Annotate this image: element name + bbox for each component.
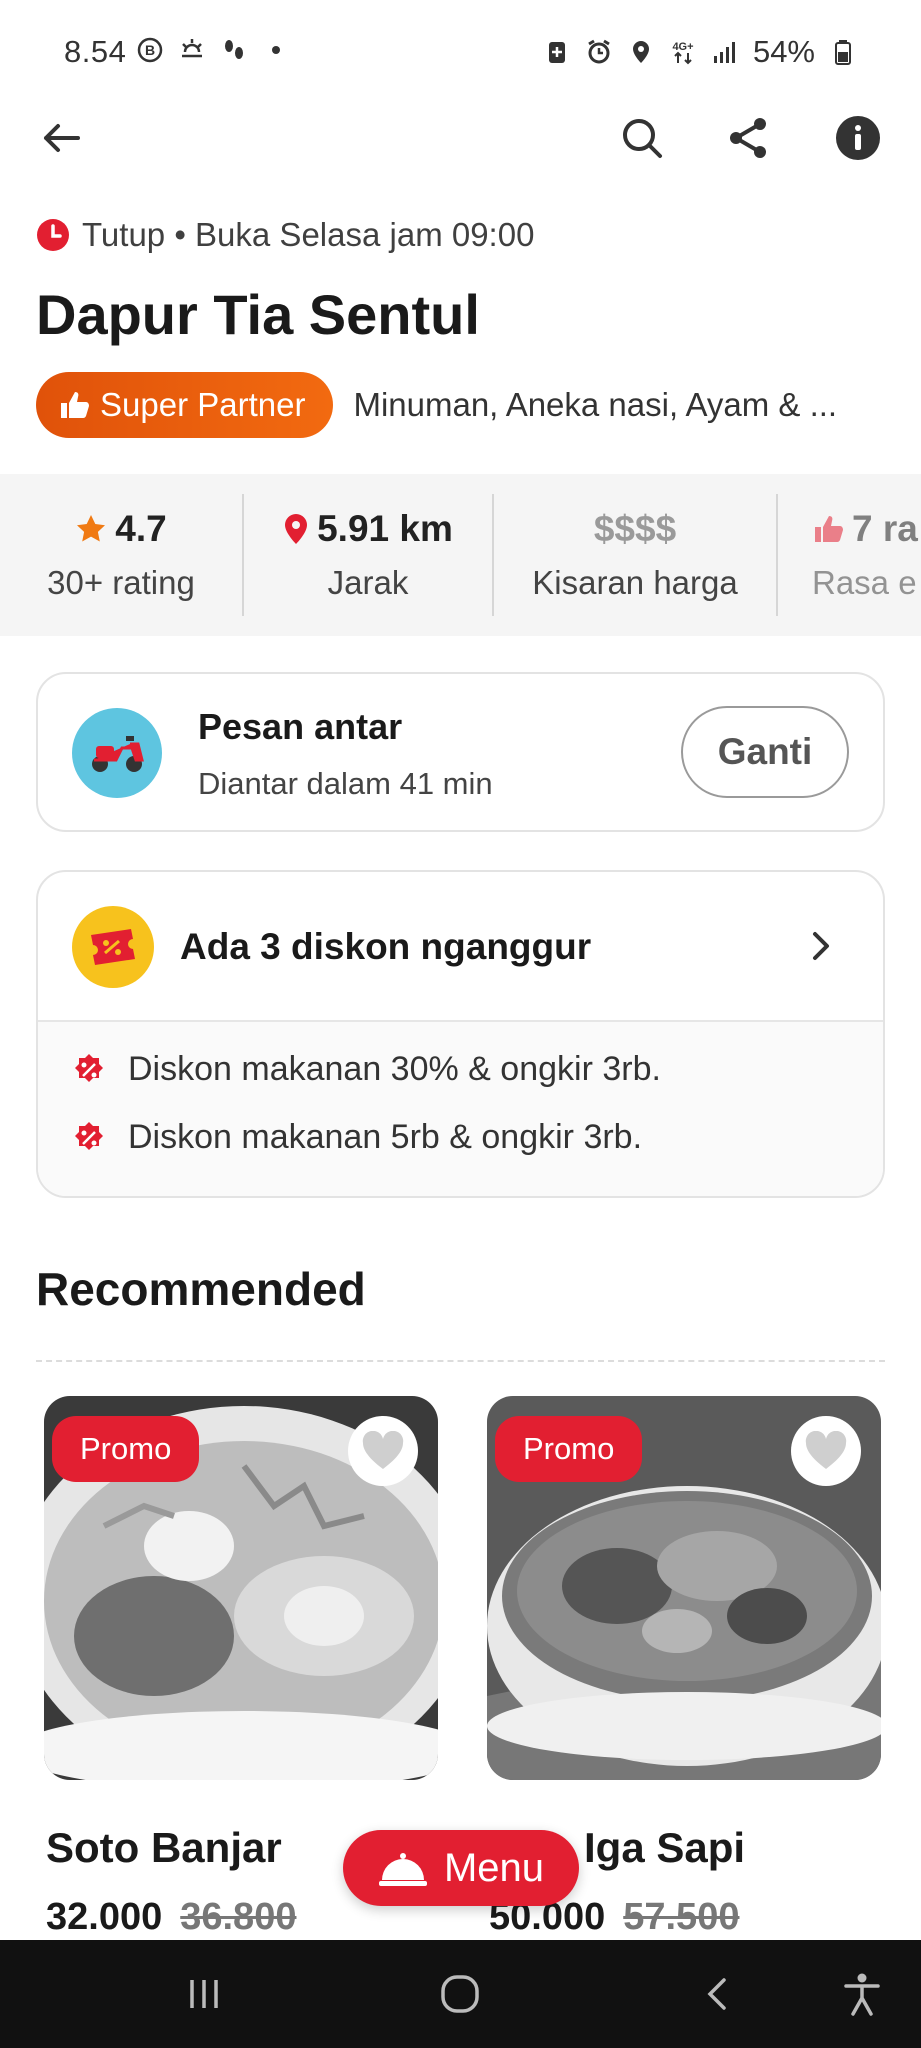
change-delivery-button[interactable]: Ganti <box>681 706 849 798</box>
stat-price-range: $$$$ Kisaran harga <box>494 474 776 636</box>
home-icon <box>441 1975 479 2013</box>
chevron-right-icon <box>813 932 829 960</box>
food-card-image[interactable]: Promo <box>487 1396 881 1780</box>
share-icon <box>730 118 766 158</box>
back-arrow-icon <box>44 124 80 152</box>
discount-card[interactable]: Ada 3 diskon nganggur Diskon makanan 30%… <box>36 870 885 1198</box>
status-time: 8.54 <box>64 34 127 69</box>
thumbs-up-icon <box>815 516 843 542</box>
food-name[interactable]: Iga Sapi <box>584 1824 745 1872</box>
price-original: 57.500 <box>623 1896 740 1938</box>
super-partner-badge: Super Partner <box>36 372 334 438</box>
info-icon <box>836 116 880 160</box>
menu-button-label: Menu <box>443 1845 545 1890</box>
taste-value: 7 ra <box>852 508 918 549</box>
scooter-icon <box>92 736 144 772</box>
favorite-button[interactable] <box>348 1416 418 1486</box>
open-status: Tutup • Buka Selasa jam 09:00 <box>36 216 534 254</box>
distance-value: 5.91 km <box>317 508 453 549</box>
signal-icon <box>713 42 735 63</box>
discount-item: Diskon makanan 30% & ongkir 3rb. <box>72 1050 661 1089</box>
alarm-icon <box>588 39 610 64</box>
cuisine-list: Minuman, Aneka nasi, Ayam & ... <box>353 386 838 423</box>
discount-text: Diskon makanan 30% & ongkir 3rb. <box>128 1050 661 1088</box>
dot-icon <box>272 46 280 54</box>
section-divider <box>36 1360 885 1362</box>
battery-icon <box>835 40 851 65</box>
location-pin-icon <box>285 514 308 544</box>
b-icon: B <box>137 37 163 63</box>
discount-header[interactable]: Ada 3 diskon nganggur <box>38 872 883 1022</box>
discount-title: Ada 3 diskon nganggur <box>180 926 592 967</box>
accessibility-button[interactable] <box>830 1962 894 2026</box>
favorite-button[interactable] <box>791 1416 861 1486</box>
food-price: 32.000 36.800 <box>46 1896 296 1939</box>
promo-badge: Promo <box>52 1416 200 1482</box>
steps-icon <box>225 40 243 59</box>
menu-button[interactable]: Menu <box>343 1830 579 1906</box>
weather-icon <box>182 39 202 58</box>
coupon-avatar <box>72 906 154 988</box>
discount-item: Diskon makanan 5rb & ongkir 3rb. <box>72 1118 642 1157</box>
open-status-text: Tutup • Buka Selasa jam 09:00 <box>82 216 535 253</box>
back-nav-button[interactable] <box>686 1962 750 2026</box>
svg-text:4G+: 4G+ <box>672 41 693 53</box>
info-button[interactable] <box>830 110 886 166</box>
accessibility-icon <box>844 1973 880 2016</box>
discount-list: Diskon makanan 30% & ongkir 3rb. Diskon … <box>38 1022 883 1196</box>
heart-icon <box>805 1431 847 1469</box>
price-original: 36.800 <box>180 1896 297 1938</box>
delivery-card: Pesan antar Diantar dalam 41 min Ganti <box>36 672 885 832</box>
search-button[interactable] <box>614 110 670 166</box>
app-bar <box>0 100 921 180</box>
clock-icon <box>37 219 69 251</box>
recent-apps-button[interactable] <box>172 1962 236 2026</box>
recent-apps-icon <box>190 1980 218 2008</box>
cloche-icon <box>378 1853 427 1886</box>
stat-distance: 5.91 km Jarak <box>244 474 492 636</box>
discount-text: Diskon makanan 5rb & ongkir 3rb. <box>128 1118 643 1156</box>
delivery-eta: Diantar dalam 41 min <box>198 766 493 801</box>
battery-save-icon <box>548 42 565 63</box>
coupon-icon <box>91 929 135 965</box>
price-current: 32.000 <box>46 1896 163 1938</box>
distance-label: Jarak <box>327 564 409 601</box>
back-button[interactable] <box>34 110 90 166</box>
rating-value: 4.7 <box>115 508 167 549</box>
delivery-avatar <box>72 708 162 798</box>
home-button[interactable] <box>428 1962 492 2026</box>
restaurant-tags: Super Partner Minuman, Aneka nasi, Ayam … <box>36 372 906 438</box>
location-icon <box>632 41 649 63</box>
discount-badge-icon <box>75 1121 103 1150</box>
back-chevron-icon <box>707 1978 726 2010</box>
food-card-image[interactable]: Promo <box>44 1396 438 1780</box>
4g-icon: 4G+ <box>672 41 694 65</box>
search-icon <box>623 119 662 158</box>
system-nav-bar <box>0 1940 921 2048</box>
restaurant-name: Dapur Tia Sentul <box>36 283 480 346</box>
heart-icon <box>362 1431 404 1469</box>
promo-badge: Promo <box>495 1416 643 1482</box>
super-partner-label: Super Partner <box>100 386 306 423</box>
stat-taste[interactable]: 7 ra Rasa e <box>778 474 921 636</box>
share-button[interactable] <box>720 110 776 166</box>
stats-strip[interactable]: 4.7 30+ rating 5.91 km Jarak $$$$ Kisara… <box>0 474 921 636</box>
discount-badge-icon <box>75 1053 103 1082</box>
status-bar: 8.54 B 4G+ 54% <box>0 0 921 100</box>
thumbs-up-icon <box>61 392 89 418</box>
taste-label: Rasa e <box>812 564 917 601</box>
svg-text:B: B <box>145 42 155 58</box>
price-range-value: $$$$ <box>593 508 677 549</box>
star-icon <box>77 515 106 542</box>
battery-percent: 54% <box>752 34 815 69</box>
section-title-recommended: Recommended <box>36 1263 366 1315</box>
price-range-label: Kisaran harga <box>532 564 738 601</box>
rating-label: 30+ rating <box>47 564 195 601</box>
delivery-title: Pesan antar <box>198 706 403 747</box>
food-name[interactable]: Soto Banjar <box>46 1824 282 1872</box>
stat-rating[interactable]: 4.7 30+ rating <box>0 474 242 636</box>
